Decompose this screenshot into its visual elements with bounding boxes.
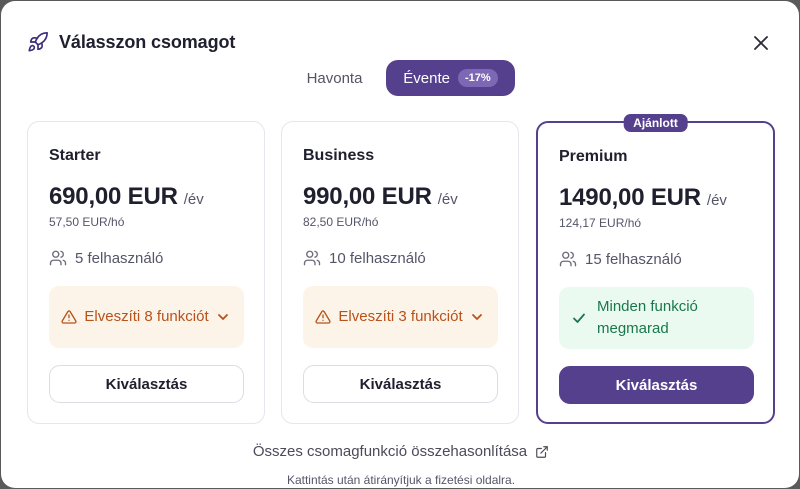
users-icon (559, 250, 577, 268)
warning-icon (61, 309, 77, 325)
plan-card-starter: Starter 690,00 EUR /év 57,50 EUR/hó 5 fe… (27, 121, 265, 424)
close-icon[interactable] (751, 33, 771, 53)
discount-badge: -17% (458, 69, 498, 87)
plan-card-business: Business 990,00 EUR /év 82,50 EUR/hó 10 … (281, 121, 519, 424)
compare-features-link[interactable]: Összes csomagfunkció összehasonlítása (1, 443, 799, 460)
feature-loss-notice[interactable]: Elveszíti 8 funkciót (49, 286, 244, 348)
plan-price: 1490,00 EUR /év (559, 184, 727, 212)
compare-features-label: Összes csomagfunkció összehasonlítása (252, 443, 528, 460)
redirect-footnote: Kattintás után átirányítjuk a fizetési o… (286, 473, 516, 487)
plan-users: 5 felhasználó (49, 249, 163, 267)
plan-selection-dialog: Válasszon csomagot Havonta Évente -17% S… (1, 1, 799, 488)
users-icon (49, 249, 67, 267)
plan-monthly-price: 124,17 EUR/hó (559, 216, 642, 230)
external-link-icon (535, 445, 549, 459)
plan-price-amount: 990,00 EUR (303, 183, 432, 210)
plan-users-label: 15 felhasználó (585, 250, 682, 268)
feature-loss-text: Elveszíti 3 funkciót (338, 308, 463, 325)
plan-monthly-price: 82,50 EUR/hó (303, 215, 379, 229)
billing-period-toggle: Havonta Évente -17% (283, 60, 515, 96)
chevron-down-icon (216, 310, 230, 324)
select-plan-button[interactable]: Kiválasztás (559, 366, 754, 404)
rocket-icon (27, 31, 49, 53)
dialog-title: Válasszon csomagot (59, 31, 236, 52)
plan-users: 10 felhasználó (303, 249, 426, 267)
plan-users-label: 10 felhasználó (329, 249, 426, 267)
plan-name: Business (303, 147, 375, 164)
plan-users: 15 felhasználó (559, 250, 682, 268)
features-kept-text: Minden funkció megmarad (597, 298, 698, 337)
select-plan-button[interactable]: Kiválasztás (49, 365, 244, 403)
plan-price: 690,00 EUR /év (49, 183, 204, 211)
plan-price-period: /év (706, 192, 727, 209)
plan-name: Premium (559, 148, 628, 165)
select-plan-button[interactable]: Kiválasztás (303, 365, 498, 403)
plan-monthly-price: 57,50 EUR/hó (49, 215, 125, 229)
plan-card-premium: Ajánlott Premium 1490,00 EUR /év 124,17 … (536, 114, 775, 424)
dialog-header: Válasszon csomagot (27, 31, 235, 53)
plan-users-label: 5 felhasználó (75, 249, 164, 267)
check-icon (571, 310, 587, 326)
recommended-badge: Ajánlott (623, 114, 688, 132)
plan-name: Starter (49, 147, 101, 164)
plan-price-period: /év (437, 191, 458, 208)
users-icon (303, 249, 321, 267)
plan-price-amount: 690,00 EUR (49, 183, 178, 210)
billing-option-monthly[interactable]: Havonta (283, 60, 386, 96)
feature-loss-text: Elveszíti 8 funkciót (84, 308, 209, 325)
chevron-down-icon (470, 310, 484, 324)
billing-option-yearly[interactable]: Évente -17% (386, 60, 515, 96)
warning-icon (315, 309, 331, 325)
billing-option-yearly-label: Évente (403, 69, 450, 87)
feature-loss-notice[interactable]: Elveszíti 3 funkciót (303, 286, 498, 348)
plan-price: 990,00 EUR /év (303, 183, 458, 211)
features-kept-notice: Minden funkció megmarad (559, 287, 754, 349)
plan-price-period: /év (183, 191, 204, 208)
plan-price-amount: 1490,00 EUR (559, 184, 701, 211)
